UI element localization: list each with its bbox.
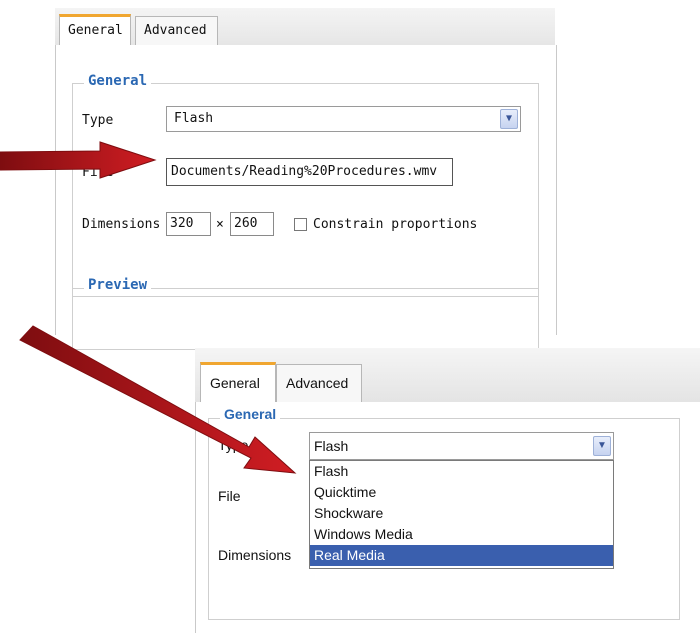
chevron-down-icon[interactable]: ▼ <box>500 109 518 129</box>
type-select[interactable]: Flash ▼ <box>166 106 521 132</box>
general-panel: General Type Flash ▼ File Documents/Read… <box>55 45 557 350</box>
general-legend: General <box>220 406 281 422</box>
type-select[interactable]: Flash ▼ <box>309 432 614 460</box>
constrain-label: Constrain proportions <box>313 217 478 232</box>
type-select-value: Flash <box>174 111 214 126</box>
type-label: Type <box>218 437 249 453</box>
tab-general[interactable]: General <box>59 14 131 46</box>
media-properties-dialog-top: General Advanced General Type Flash ▼ Fi… <box>0 0 700 350</box>
width-input[interactable]: 320 <box>166 212 211 236</box>
tab-strip: General Advanced <box>55 8 555 46</box>
dropdown-option-real-media[interactable]: Real Media <box>310 545 613 566</box>
general-legend: General <box>84 73 152 89</box>
dimensions-label: Dimensions <box>82 217 161 232</box>
dimensions-label: Dimensions <box>218 547 292 563</box>
times-sign: × <box>216 217 224 232</box>
constrain-checkbox[interactable] <box>294 218 307 231</box>
general-panel: General Type Flash ▼ File Dimensions Fla… <box>195 402 700 633</box>
dropdown-option-windows-media[interactable]: Windows Media <box>310 524 613 545</box>
file-label: File <box>82 165 114 180</box>
tab-advanced[interactable]: Advanced <box>276 364 362 402</box>
height-input[interactable]: 260 <box>230 212 274 236</box>
tab-advanced[interactable]: Advanced <box>135 16 218 45</box>
preview-fieldset <box>72 288 539 350</box>
dropdown-option-shockware[interactable]: Shockware <box>310 503 613 524</box>
dropdown-option-flash[interactable]: Flash <box>310 461 613 482</box>
type-dropdown-list[interactable]: Flash Quicktime Shockware Windows Media … <box>309 460 614 569</box>
preview-legend: Preview <box>84 277 152 293</box>
chevron-down-icon[interactable]: ▼ <box>593 436 611 456</box>
media-properties-dialog-bottom: General Advanced General Type Flash ▼ Fi… <box>195 348 700 633</box>
tab-strip: General Advanced <box>195 348 700 403</box>
file-label: File <box>218 488 241 504</box>
dropdown-option-quicktime[interactable]: Quicktime <box>310 482 613 503</box>
type-select-value: Flash <box>314 438 349 454</box>
type-label: Type <box>82 113 114 128</box>
file-input[interactable]: Documents/Reading%20Procedures.wmv <box>166 158 453 186</box>
tab-general[interactable]: General <box>200 362 276 403</box>
